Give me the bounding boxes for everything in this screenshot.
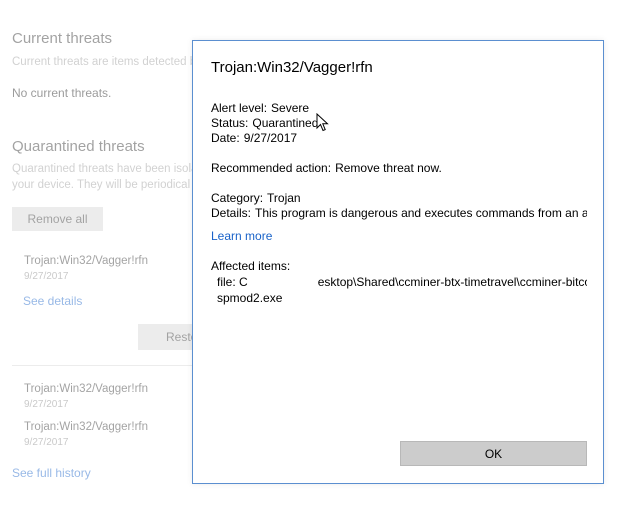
threat-details-dialog: Trojan:Win32/Vagger!rfn Alert level: Seve…: [192, 40, 604, 484]
recommended-action-row: Recommended action: Remove threat now.: [211, 161, 442, 175]
alert-level-value: Severe: [271, 101, 310, 115]
quarantined-description-line2: your device. They will be periodical: [12, 179, 191, 191]
history-threat-date: 9/27/2017: [24, 399, 69, 410]
category-label: Category:: [211, 191, 264, 205]
quarantined-threat-name[interactable]: Trojan:Win32/Vagger!rfn: [24, 255, 148, 267]
quarantined-description-line1: Quarantined threats have been isola: [12, 163, 198, 175]
current-threats-heading: Current threats: [12, 30, 113, 47]
affected-file-name: spmod2.exe: [217, 291, 283, 305]
file-path-tail: esktop\Shared\ccminer-btx-timetravel\ccm…: [317, 275, 587, 289]
details-label: Details:: [211, 206, 252, 220]
status-label: Status:: [211, 116, 249, 130]
history-threat-date: 9/27/2017: [24, 437, 69, 448]
recommended-action-label: Recommended action:: [211, 161, 332, 175]
current-threats-status: No current threats.: [12, 86, 112, 100]
current-threats-description: Current threats are items detected b: [12, 56, 197, 68]
date-value: 9/27/2017: [243, 131, 298, 145]
history-threat-name[interactable]: Trojan:Win32/Vagger!rfn: [24, 383, 148, 395]
see-details-link[interactable]: See details: [23, 294, 82, 308]
affected-items-label: Affected items:: [211, 259, 291, 273]
dialog-title: Trojan:Win32/Vagger!rfn: [211, 59, 373, 76]
details-row: Details: This program is dangerous and ex…: [211, 206, 587, 220]
affected-file-path: file: C esktop\Shared\ccminer-btx-timetra…: [217, 275, 587, 289]
details-value: This program is dangerous and executes c…: [255, 206, 587, 220]
see-full-history-link[interactable]: See full history: [12, 466, 91, 480]
ok-button[interactable]: OK: [400, 441, 587, 466]
mouse-cursor-icon: [316, 113, 329, 132]
quarantined-threat-date: 9/27/2017: [24, 271, 69, 282]
recommended-action-value: Remove threat now.: [335, 161, 442, 175]
alert-level-row: Alert level: Severe: [211, 101, 309, 115]
file-prefix: file: C: [217, 275, 248, 289]
remove-all-button[interactable]: Remove all: [12, 207, 103, 231]
quarantined-threats-heading: Quarantined threats: [12, 138, 145, 155]
category-row: Category: Trojan: [211, 191, 301, 205]
status-value: Quarantined: [252, 116, 319, 130]
history-separator: [12, 365, 192, 366]
alert-level-label: Alert level:: [211, 101, 268, 115]
history-threat-name[interactable]: Trojan:Win32/Vagger!rfn: [24, 421, 148, 433]
date-row: Date: 9/27/2017: [211, 131, 297, 145]
date-label: Date:: [211, 131, 240, 145]
status-row: Status: Quarantined: [211, 116, 318, 130]
category-value: Trojan: [267, 191, 301, 205]
learn-more-link[interactable]: Learn more: [211, 229, 272, 243]
